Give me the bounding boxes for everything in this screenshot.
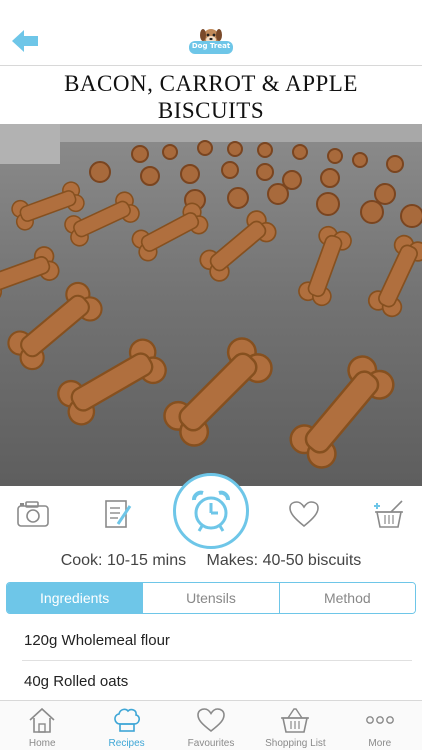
add-to-basket-button[interactable]: [371, 498, 407, 530]
recipe-photo: [0, 124, 422, 486]
notepad-pen-icon: [105, 500, 132, 528]
heart-icon: [289, 501, 319, 528]
tab-utensils[interactable]: Utensils: [142, 583, 279, 613]
chef-hat-icon: [113, 708, 140, 732]
tabbar-label: Favourites: [187, 738, 235, 749]
camera-button[interactable]: [15, 498, 51, 530]
recipe-info: Cook: 10-15 mins Makes: 40-50 biscuits: [0, 552, 422, 574]
notes-button[interactable]: [100, 498, 136, 530]
tabbar-item-favourites[interactable]: Favourites: [169, 701, 253, 750]
tabbar-item-more[interactable]: More: [338, 701, 422, 750]
logo-text: Dog Treat: [191, 42, 231, 50]
ingredients-list: 120g Wholemeal flour 40g Rolled oats: [0, 620, 422, 702]
bottom-tab-bar: Home Recipes Favourites Shopping List Mo…: [0, 700, 422, 750]
tabbar-label: More: [368, 738, 392, 749]
more-dots-icon: [365, 716, 394, 724]
heart-icon: [197, 708, 225, 733]
list-item: 40g Rolled oats: [24, 673, 129, 690]
tabbar-label: Home: [28, 738, 56, 749]
recipe-title: BACON, CARROT & APPLE BISCUITS: [0, 66, 422, 124]
recipe-title-line-2: BISCUITS: [157, 98, 265, 123]
header: Dog Treat: [0, 0, 422, 66]
recipe-title-line-1: BACON, CARROT & APPLE: [64, 71, 358, 96]
favourite-button[interactable]: [286, 498, 322, 530]
basket-icon: [281, 708, 310, 733]
back-button[interactable]: [10, 28, 40, 54]
biscuits-photo-illustration: [0, 124, 422, 486]
home-icon: [29, 707, 55, 733]
alarm-clock-icon: [192, 490, 230, 532]
tab-method[interactable]: Method: [278, 583, 415, 613]
tabbar-item-home[interactable]: Home: [0, 701, 84, 750]
tabbar-item-recipes[interactable]: Recipes: [84, 701, 168, 750]
camera-icon: [17, 501, 49, 527]
tabbar-item-shopping-list[interactable]: Shopping List: [253, 701, 337, 750]
list-item: 120g Wholemeal flour: [22, 620, 412, 661]
segmented-tabs: Ingredients Utensils Method: [6, 582, 416, 614]
tabbar-label: Recipes: [108, 738, 145, 749]
tab-ingredients[interactable]: Ingredients: [7, 583, 143, 613]
cook-time: Cook: 10-15 mins: [60, 552, 187, 569]
tabbar-label: Shopping List: [265, 738, 326, 749]
app-logo: Dog Treat: [187, 26, 235, 60]
makes-count: Makes: 40-50 biscuits: [206, 552, 362, 569]
back-arrow-icon: [12, 30, 38, 52]
timer-button[interactable]: [173, 473, 249, 549]
basket-add-icon: [374, 500, 403, 528]
